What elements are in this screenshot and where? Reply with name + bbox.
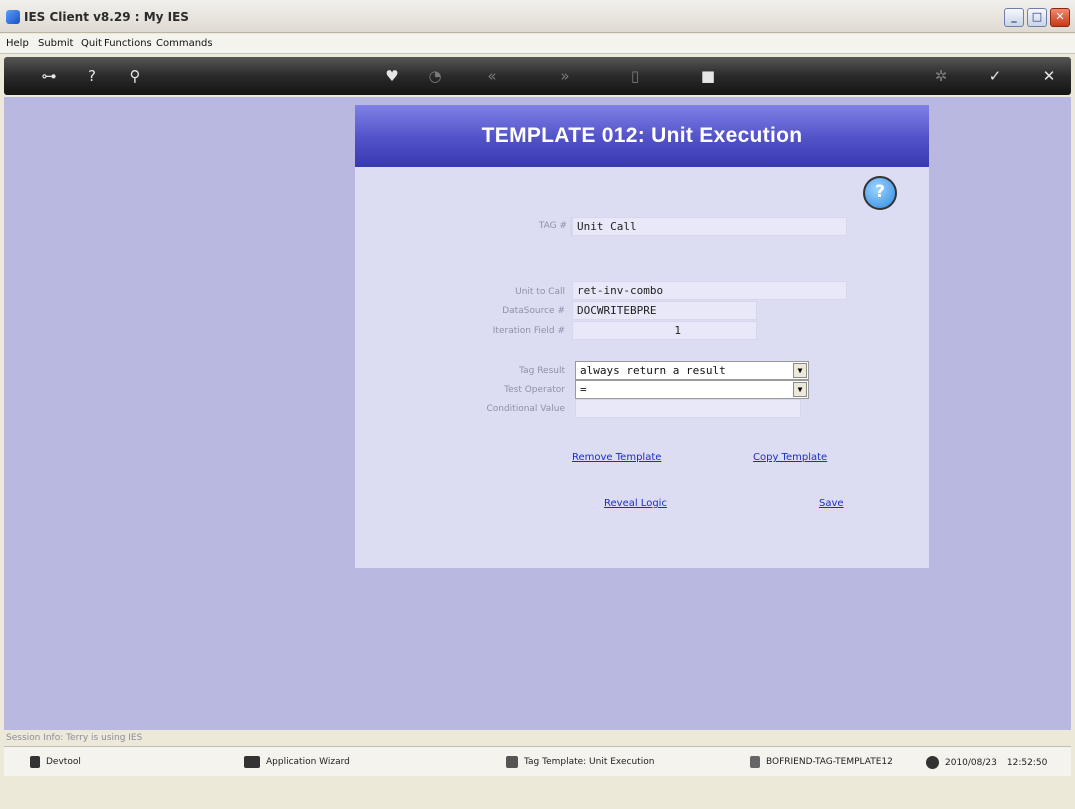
task-label: Tag Template: Unit Execution bbox=[524, 757, 655, 767]
tag-result-value: always return a result bbox=[580, 364, 726, 377]
menu-submit[interactable]: Submit bbox=[38, 38, 73, 49]
application-window: IES Client v8.29 : My IES _ □ ✕ Help Sub… bbox=[0, 0, 1075, 809]
test-operator-select[interactable]: = ▼ bbox=[575, 380, 809, 399]
menu-help[interactable]: Help bbox=[6, 38, 29, 49]
maximize-button[interactable]: □ bbox=[1027, 8, 1047, 27]
wizard-icon bbox=[244, 756, 260, 768]
conditional-value-label: Conditional Value bbox=[486, 404, 565, 414]
forward-icon[interactable]: » bbox=[554, 66, 576, 86]
minimize-button[interactable]: _ bbox=[1004, 8, 1024, 27]
iteration-field[interactable]: 1 bbox=[572, 321, 757, 340]
template-panel: TEMPLATE 012: Unit Execution ? TAG # 001… bbox=[355, 105, 929, 568]
taskbar: Devtool Application Wizard Tag Template:… bbox=[4, 746, 1071, 776]
title-bar: IES Client v8.29 : My IES _ □ ✕ bbox=[0, 0, 1075, 33]
app-icon bbox=[6, 10, 20, 24]
toolbar: ⊶ ? ⚲ ♥ ◔ « » ▯ ■ ✲ ✓ ✕ bbox=[4, 57, 1071, 95]
page-title: TEMPLATE 012: Unit Execution bbox=[481, 124, 803, 147]
chevron-down-icon[interactable]: ▼ bbox=[793, 363, 807, 378]
task-label: BOFRIEND-TAG-TEMPLATE12 bbox=[766, 757, 893, 767]
iteration-field-label: Iteration Field # bbox=[492, 326, 565, 336]
datasource-label: DataSource # bbox=[502, 306, 565, 316]
chevron-down-icon[interactable]: ▼ bbox=[793, 382, 807, 397]
menu-functions[interactable]: Functions bbox=[104, 38, 152, 49]
menu-quit[interactable]: Quit bbox=[81, 38, 102, 49]
devtool-icon bbox=[30, 756, 40, 768]
copy-template-link[interactable]: Copy Template bbox=[753, 452, 827, 463]
menu-bar: Help Submit Quit Functions Commands bbox=[0, 34, 1075, 54]
heart-icon[interactable]: ♥ bbox=[381, 66, 403, 86]
unit-to-call-label: Unit to Call bbox=[515, 287, 565, 297]
stop-icon[interactable]: ■ bbox=[697, 66, 719, 86]
tag-result-select[interactable]: always return a result ▼ bbox=[575, 361, 809, 380]
help-icon[interactable]: ? bbox=[81, 66, 103, 86]
task-label: Application Wizard bbox=[266, 757, 350, 767]
task-bofriend[interactable]: BOFRIEND-TAG-TEMPLATE12 bbox=[750, 756, 893, 768]
tag-name-field[interactable]: Unit Call bbox=[572, 217, 847, 236]
clock-icon[interactable]: ◔ bbox=[424, 66, 446, 86]
task-devtool[interactable]: Devtool bbox=[30, 756, 81, 768]
task-label: Devtool bbox=[46, 757, 81, 767]
bottom-strip bbox=[0, 776, 1075, 809]
remove-template-link[interactable]: Remove Template bbox=[572, 452, 661, 463]
clock-icon bbox=[926, 756, 939, 769]
close-icon[interactable]: ✕ bbox=[1038, 66, 1060, 86]
time-label: 12:52:50 bbox=[1006, 757, 1048, 768]
test-operator-value: = bbox=[580, 383, 587, 396]
search-icon[interactable]: ⚲ bbox=[124, 66, 146, 86]
check-icon[interactable]: ✓ bbox=[984, 66, 1006, 86]
unit-to-call-field[interactable]: ret-inv-combo bbox=[572, 281, 847, 300]
clock-status: 2010/08/23 12:52:50 bbox=[926, 756, 1047, 769]
test-operator-label: Test Operator bbox=[504, 385, 565, 395]
conditional-value-field[interactable] bbox=[575, 399, 801, 418]
session-info: Session Info: Terry is using IES bbox=[6, 733, 143, 743]
task-application-wizard[interactable]: Application Wizard bbox=[244, 756, 350, 768]
tag-number-label: TAG # bbox=[538, 221, 567, 231]
task-tag-template[interactable]: Tag Template: Unit Execution bbox=[506, 756, 654, 768]
menu-commands[interactable]: Commands bbox=[156, 38, 213, 49]
datasource-field[interactable]: DOCWRITEBPRE bbox=[572, 301, 757, 320]
window-title: IES Client v8.29 : My IES bbox=[24, 10, 189, 24]
help-button[interactable]: ? bbox=[863, 176, 897, 210]
date-label: 2010/08/23 bbox=[945, 757, 997, 768]
key-icon[interactable]: ⊶ bbox=[32, 66, 66, 86]
reveal-logic-link[interactable]: Reveal Logic bbox=[604, 498, 667, 509]
doc-icon[interactable]: ▯ bbox=[624, 66, 646, 86]
template-icon bbox=[506, 756, 518, 768]
panel-header: TEMPLATE 012: Unit Execution bbox=[355, 105, 929, 167]
save-link[interactable]: Save bbox=[819, 498, 844, 509]
tag-result-label: Tag Result bbox=[519, 366, 565, 376]
close-window-button[interactable]: ✕ bbox=[1050, 8, 1070, 27]
rewind-icon[interactable]: « bbox=[481, 66, 503, 86]
settings-icon[interactable]: ✲ bbox=[930, 66, 952, 86]
tree-icon bbox=[750, 756, 760, 768]
main-area: TEMPLATE 012: Unit Execution ? TAG # 001… bbox=[4, 97, 1071, 730]
